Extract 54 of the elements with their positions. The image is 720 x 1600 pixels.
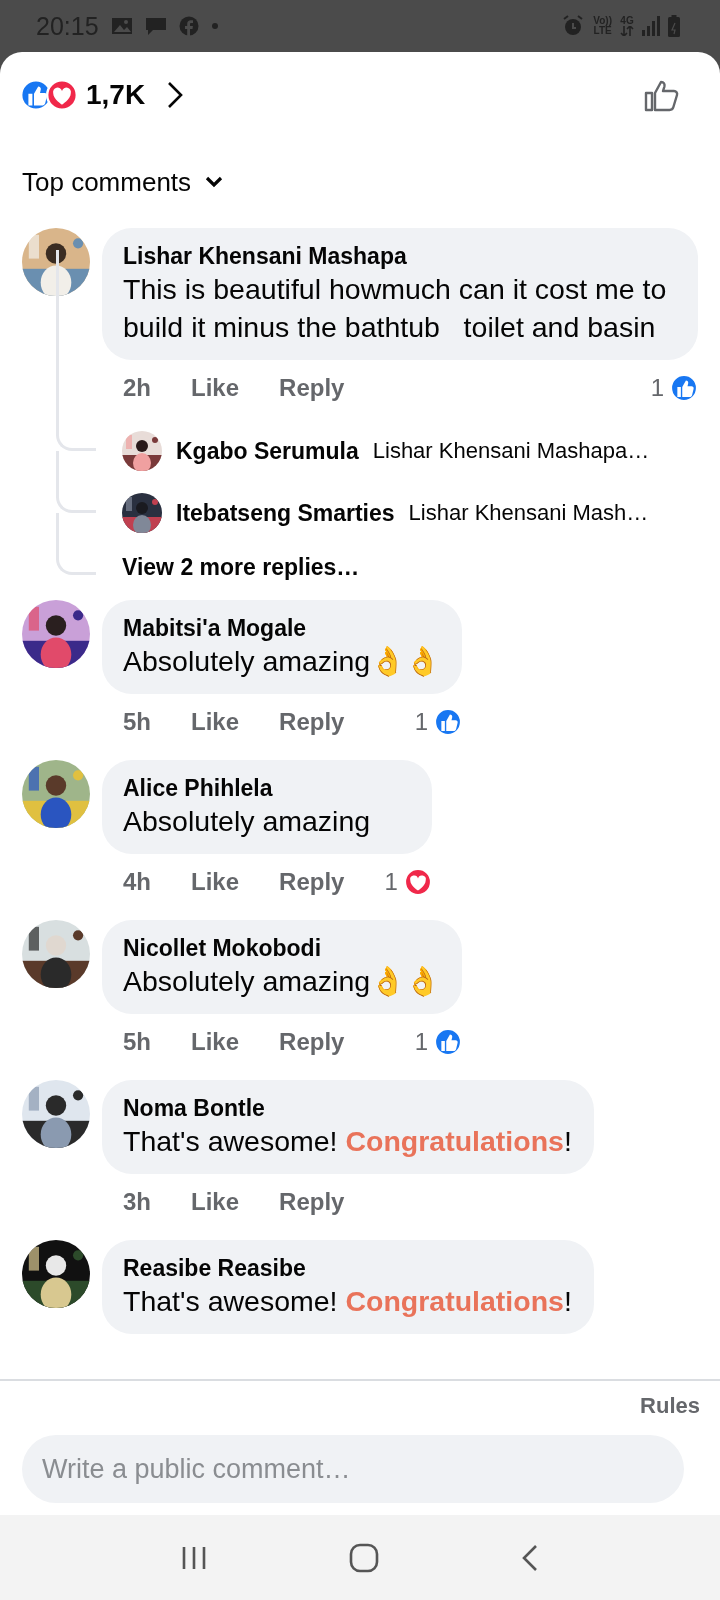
reply-link[interactable]: Reply <box>279 1028 345 1056</box>
data-arrows-icon <box>620 26 634 36</box>
comment-time: 2h <box>123 374 151 402</box>
comment-time: 5h <box>123 1028 151 1056</box>
reply-link[interactable]: Reply <box>279 374 345 402</box>
commenter-name[interactable]: Noma Bontle <box>123 1094 572 1122</box>
reaction-total[interactable]: 1,7K <box>86 79 146 111</box>
reaction-count: 1 <box>650 374 664 402</box>
chevron-down-icon[interactable] <box>205 176 224 188</box>
image-icon <box>110 16 133 36</box>
message-icon <box>144 16 167 36</box>
recent-apps-icon[interactable] <box>181 1545 207 1570</box>
comment-text: Absolutely amazing👌👌 <box>123 644 441 679</box>
like-link[interactable]: Like <box>191 1028 240 1056</box>
comment-input[interactable]: Write a public comment… <box>22 1435 684 1503</box>
signal-icon <box>642 16 660 36</box>
chevron-right-icon[interactable] <box>167 81 184 109</box>
battery-icon <box>668 15 680 37</box>
commenter-name[interactable]: Mabitsi'a Mogale <box>123 614 441 642</box>
like-link[interactable]: Like <box>191 868 240 896</box>
reaction-count: 1 <box>384 868 398 896</box>
comment-time: 5h <box>123 708 151 736</box>
rules-link[interactable]: Rules <box>640 1393 700 1425</box>
facebook-icon <box>178 16 199 36</box>
reply-link[interactable]: Reply <box>279 708 345 736</box>
reply-author[interactable]: Kgabo Serumula <box>176 437 359 465</box>
comment-text: Absolutely amazing <box>123 804 372 839</box>
commenter-name[interactable]: Alice Phihlela <box>123 774 410 802</box>
reply-preview: Lishar Khensani Mashapa… <box>372 438 650 464</box>
like-link[interactable]: Like <box>191 708 240 736</box>
comment-time: 3h <box>123 1188 151 1216</box>
reply-author[interactable]: Itebatseng Smarties <box>176 499 395 527</box>
reply-link[interactable]: Reply <box>279 1188 345 1216</box>
reaction-count: 1 <box>414 708 429 736</box>
like-link[interactable]: Like <box>191 374 240 402</box>
home-icon[interactable] <box>349 1542 379 1573</box>
reply-preview: Lishar Khensani Mash… <box>408 500 649 526</box>
like-link[interactable]: Like <box>191 1188 240 1216</box>
commenter-name[interactable]: Lishar Khensani Mashapa <box>123 242 676 270</box>
reaction-count: 1 <box>414 1028 429 1056</box>
reply-link[interactable]: Reply <box>279 868 345 896</box>
back-icon[interactable] <box>521 1543 539 1572</box>
thread-line <box>56 513 96 575</box>
sort-dropdown[interactable]: Top comments <box>0 152 720 212</box>
comment-text: That's awesome! Congratulations! <box>123 1124 572 1159</box>
dot-icon <box>210 22 219 30</box>
commenter-name[interactable]: Reasibe Reasibe <box>123 1254 572 1282</box>
view-more-replies-link[interactable]: View 2 more replies… <box>122 553 360 581</box>
commenter-name[interactable]: Nicollet Mokobodi <box>123 934 441 962</box>
comment-text: That's awesome! Congratulations! <box>123 1284 572 1319</box>
comment-text: Absolutely amazing👌👌 <box>123 964 441 999</box>
comment-text: This is beautiful howmuch can it cost me to build it minus the bathtub toilet and basin <box>123 272 668 345</box>
comment-time: 4h <box>123 868 151 896</box>
thumbs-up-icon[interactable] <box>644 78 680 112</box>
